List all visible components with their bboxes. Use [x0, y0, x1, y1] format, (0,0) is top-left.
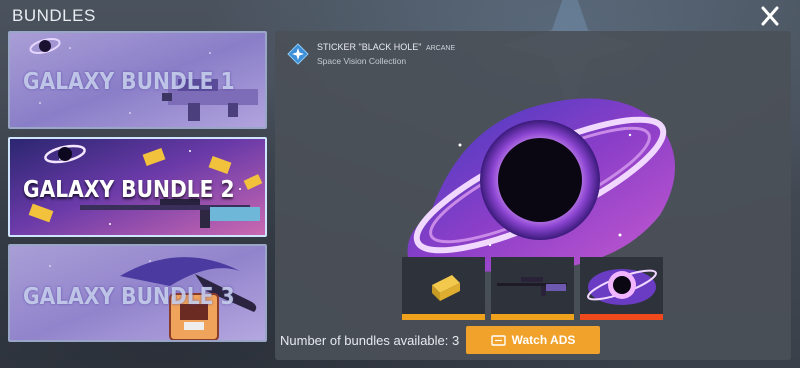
gold-bar-icon: [432, 275, 460, 301]
rarity-bar: [580, 314, 663, 320]
thumbnail-sniper-rifle[interactable]: [491, 257, 574, 320]
bundle-1-label: GALAXY BUNDLE 1: [23, 69, 235, 95]
watch-ads-button[interactable]: Watch ADS: [466, 326, 600, 354]
black-hole-sticker-preview: [407, 98, 675, 272]
star-badge-icon: [287, 43, 309, 65]
item-name: STICKER "BLACK HOLE" ARCANE: [317, 42, 455, 52]
thumbnail-black-hole-sticker[interactable]: [580, 257, 663, 320]
page-title: BUNDLES: [12, 6, 96, 25]
rarity-bar: [491, 314, 574, 320]
watch-ads-label: Watch ADS: [511, 333, 576, 347]
bundle-card-2[interactable]: GALAXY BUNDLE 2: [8, 137, 267, 237]
bundles-available-count: Number of bundles available: 3: [280, 333, 460, 348]
black-hole-icon: [587, 269, 657, 305]
bundle-card-3[interactable]: GALAXY BUNDLE 3: [8, 244, 267, 342]
bundle-card-1[interactable]: GALAXY BUNDLE 1: [8, 31, 267, 129]
bundle-3-label: GALAXY BUNDLE 3: [23, 284, 235, 310]
item-name-text: STICKER "BLACK HOLE": [317, 42, 422, 52]
item-rarity: ARCANE: [425, 45, 456, 52]
thumbnail-gold-bar[interactable]: [402, 257, 485, 320]
sniper-rifle-icon: [497, 277, 567, 296]
close-icon[interactable]: [756, 4, 784, 28]
tv-icon: [490, 334, 506, 346]
rarity-bar: [402, 314, 485, 320]
top-bar: BUNDLES: [0, 0, 800, 30]
bundle-2-label: GALAXY BUNDLE 2: [23, 177, 235, 203]
item-detail-panel: STICKER "BLACK HOLE" ARCANE Space Vision…: [275, 31, 791, 360]
